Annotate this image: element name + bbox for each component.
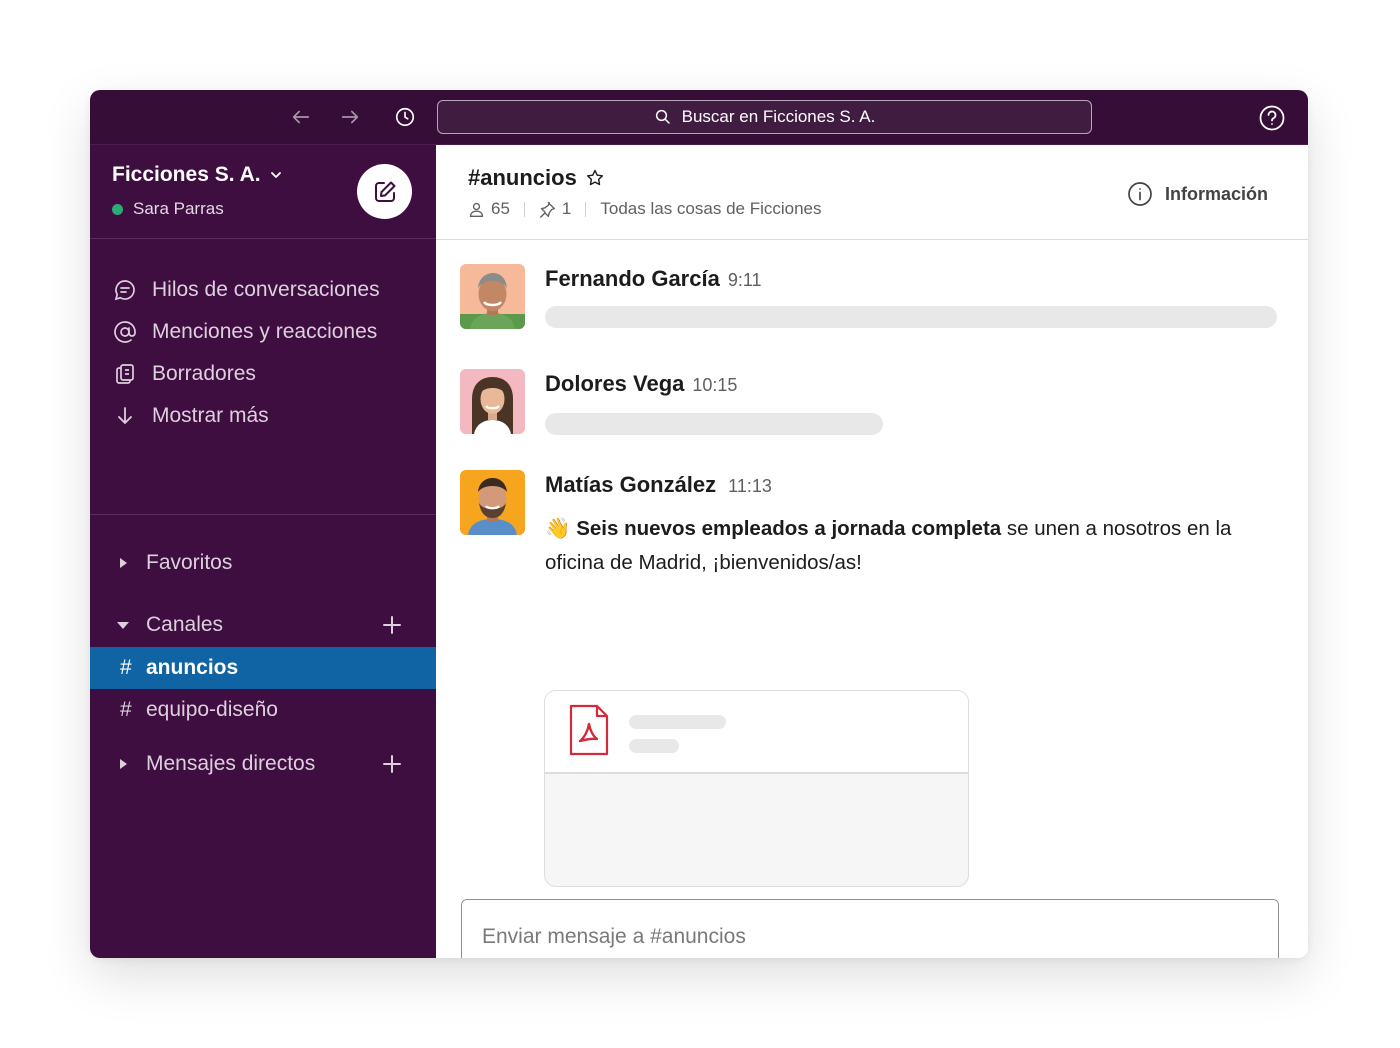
- meta-separator: [585, 201, 587, 217]
- star-icon[interactable]: [585, 168, 605, 188]
- message-time[interactable]: 11:13: [728, 476, 772, 496]
- compose-button[interactable]: [357, 164, 412, 219]
- info-icon: [1128, 182, 1152, 206]
- sidebar-item-threads[interactable]: Hilos de conversaciones: [90, 269, 436, 311]
- add-channel-icon[interactable]: [380, 613, 404, 637]
- sidebar-item-label: Mostrar más: [152, 404, 269, 427]
- section-label: Canales: [146, 613, 224, 636]
- hash-icon: #: [120, 656, 132, 679]
- member-count[interactable]: 65: [491, 199, 510, 219]
- avatar-fernando[interactable]: [460, 264, 525, 329]
- channel-header: #anuncios 65 1 Todas las cosas de Ficcio…: [436, 145, 1308, 240]
- threads-icon: [112, 277, 138, 303]
- avatar-matias[interactable]: [460, 470, 525, 535]
- author-name[interactable]: Matías González: [545, 472, 716, 497]
- attachment-title-placeholder: [629, 715, 726, 729]
- message-author: Dolores Vega 10:15: [545, 371, 737, 397]
- members-icon: [469, 202, 484, 217]
- message-placeholder: [545, 413, 883, 435]
- channel-name: anuncios: [146, 656, 239, 679]
- caret-down-icon: [117, 622, 129, 629]
- message-author: Fernando García 9:11: [545, 266, 762, 292]
- section-favorites[interactable]: Favoritos: [90, 542, 436, 584]
- drafts-icon: [112, 361, 138, 387]
- workspace-name-button[interactable]: Ficciones S. A.: [112, 163, 283, 187]
- caret-right-icon: [120, 558, 127, 568]
- status-dot: [112, 203, 123, 215]
- wave-emoji: 👋: [545, 517, 571, 540]
- workspace-name: Ficciones S. A.: [112, 163, 261, 186]
- help-icon[interactable]: [1258, 104, 1286, 132]
- arrow-down-icon: [112, 403, 138, 429]
- sidebar-item-mentions[interactable]: Menciones y reacciones: [90, 311, 436, 353]
- current-user[interactable]: Sara Parras: [112, 199, 224, 219]
- message-author: Matías González 11:13: [545, 472, 772, 498]
- message-time[interactable]: 9:11: [728, 270, 762, 290]
- section-channels[interactable]: Canales: [90, 604, 436, 646]
- search-placeholder: Buscar en Ficciones S. A.: [681, 107, 876, 126]
- avatar-dolores[interactable]: [460, 369, 525, 434]
- channel-title-button[interactable]: #anuncios: [468, 165, 605, 191]
- channel-name: equipo-diseño: [146, 698, 278, 721]
- forward-arrow-icon[interactable]: [337, 104, 363, 130]
- pdf-file-icon: [569, 704, 609, 756]
- info-label: Información: [1164, 183, 1268, 204]
- section-label: Favoritos: [146, 551, 233, 574]
- sidebar-item-show-more[interactable]: Mostrar más: [90, 395, 436, 437]
- compose-icon: [374, 181, 395, 202]
- pin-icon: [539, 201, 555, 218]
- top-bar: Buscar en Ficciones S. A.: [90, 90, 1308, 145]
- sidebar: Ficciones S. A. Sara Parras Hilos de con…: [90, 145, 436, 958]
- message-time[interactable]: 10:15: [692, 375, 737, 395]
- attachment-subtitle-placeholder: [629, 739, 679, 753]
- message-text: 👋 Seis nuevos empleados a jornada comple…: [545, 512, 1245, 580]
- section-label: Mensajes directos: [146, 752, 316, 775]
- pdf-attachment[interactable]: [544, 690, 969, 887]
- channel-meta: 65 1 Todas las cosas de Ficciones: [468, 199, 822, 219]
- app-window: Buscar en Ficciones S. A. Ficciones S. A…: [90, 90, 1308, 958]
- message-input[interactable]: [462, 900, 1278, 958]
- sidebar-nav: Hilos de conversaciones Menciones y reac…: [90, 269, 436, 437]
- at-sign-icon: [112, 319, 138, 345]
- back-arrow-icon[interactable]: [288, 104, 314, 130]
- channel-topic[interactable]: Todas las cosas de Ficciones: [600, 199, 821, 219]
- section-direct-messages[interactable]: Mensajes directos: [90, 743, 436, 785]
- workspace-header: Ficciones S. A. Sara Parras: [90, 145, 436, 239]
- search-bar[interactable]: Buscar en Ficciones S. A.: [437, 100, 1092, 134]
- meta-separator: [523, 201, 525, 217]
- sidebar-item-drafts[interactable]: Borradores: [90, 353, 436, 395]
- caret-right-icon: [120, 759, 127, 769]
- history-clock-icon[interactable]: [392, 104, 418, 130]
- channel-item-anuncios[interactable]: # anuncios: [90, 647, 436, 689]
- attachment-header: [545, 691, 968, 774]
- author-name[interactable]: Fernando García: [545, 266, 720, 291]
- sidebar-item-label: Menciones y reacciones: [152, 320, 378, 343]
- message-bold-text: Seis nuevos empleados a jornada completa: [576, 517, 1002, 540]
- author-name[interactable]: Dolores Vega: [545, 371, 684, 396]
- chevron-down-icon: [270, 172, 281, 178]
- pin-count[interactable]: 1: [562, 199, 571, 219]
- sidebar-item-label: Hilos de conversaciones: [152, 278, 380, 301]
- info-button[interactable]: Información: [1127, 181, 1268, 207]
- channel-item-equipo-diseno[interactable]: # equipo-diseño: [90, 689, 436, 731]
- sidebar-item-label: Borradores: [152, 362, 256, 385]
- user-name: Sara Parras: [133, 199, 224, 218]
- sidebar-divider: [90, 514, 436, 515]
- message-composer: Aa: [461, 899, 1279, 958]
- message-placeholder: [545, 306, 1277, 328]
- channel-title: #anuncios: [468, 165, 577, 190]
- search-icon: [655, 109, 670, 124]
- channel-view: #anuncios 65 1 Todas las cosas de Ficcio…: [436, 145, 1308, 958]
- add-dm-icon[interactable]: [380, 752, 404, 776]
- hash-icon: #: [120, 698, 132, 721]
